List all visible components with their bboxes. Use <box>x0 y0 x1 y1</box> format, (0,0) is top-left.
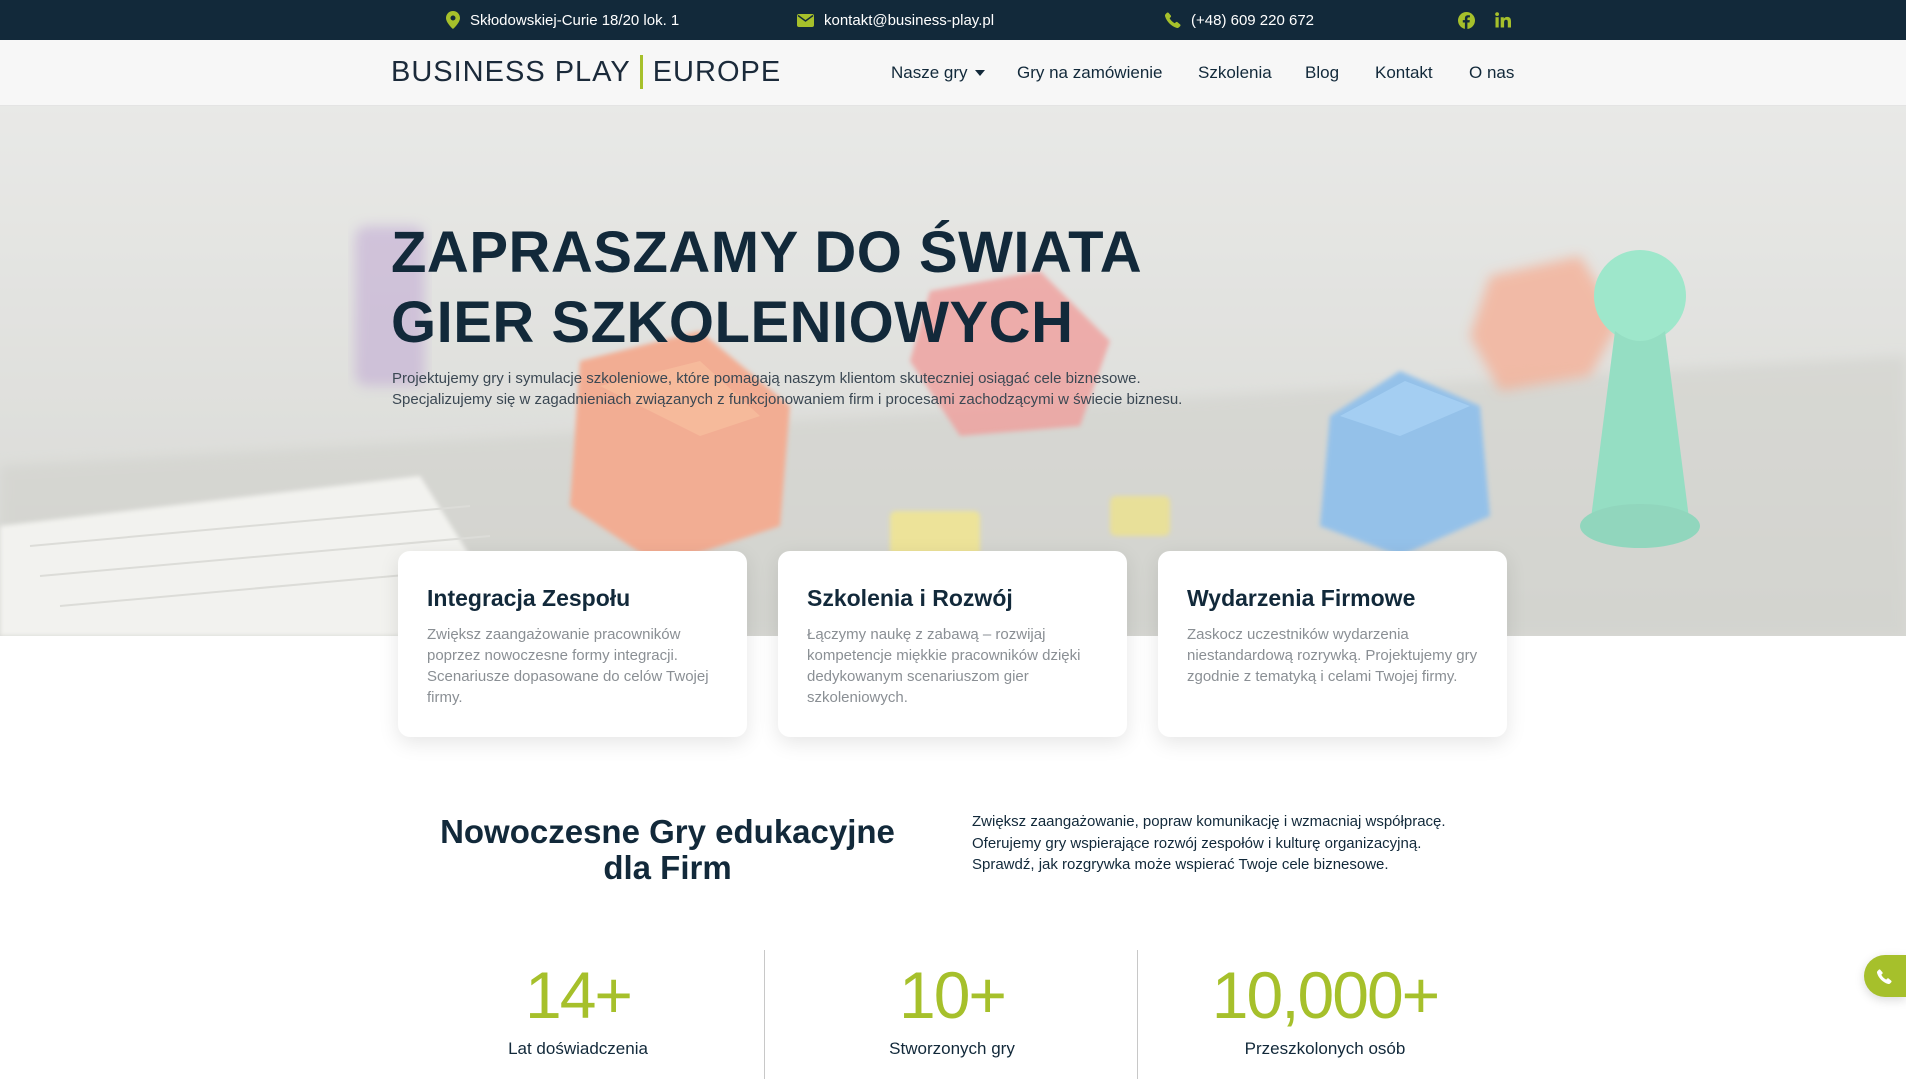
section-title-line: Nowoczesne Gry edukacyjne <box>440 813 895 850</box>
phone-text[interactable]: (+48) 609 220 672 <box>1191 12 1314 29</box>
card-title: Integracja Zespołu <box>427 585 631 611</box>
topbar: Skłodowskiej-Curie 18/20 lok. 1 kontakt@… <box>0 0 1906 40</box>
site-header: BUSINESS PLAY EUROPE Nasze gry Gry na za… <box>0 40 1906 106</box>
nav-item-nasze-gry[interactable]: Nasze gry <box>891 63 985 83</box>
linkedin-icon[interactable] <box>1495 12 1511 28</box>
hero-title-line: GIER SZKOLENIOWYCH <box>391 290 1074 355</box>
phone-icon <box>1165 12 1181 28</box>
section-description: Zwiększ zaangażowanie, popraw komunikacj… <box>972 811 1492 876</box>
section-desc-line: Oferujemy gry wspierające rozwój zespołó… <box>972 834 1422 852</box>
logo[interactable]: BUSINESS PLAY EUROPE <box>391 52 781 92</box>
stat-value: 14+ <box>525 958 633 1032</box>
stat-label: Stworzonych gry <box>889 1039 1015 1058</box>
card-title: Wydarzenia Firmowe <box>1187 585 1416 611</box>
chevron-down-icon <box>974 70 985 76</box>
social-links <box>1458 0 1511 40</box>
phone-icon <box>1877 968 1892 984</box>
nav-label: Kontakt <box>1375 63 1433 82</box>
facebook-icon[interactable] <box>1458 11 1475 29</box>
address-text: Skłodowskiej-Curie 18/20 lok. 1 <box>470 11 680 29</box>
card-text: Zaskocz uczestników wydarzenia niestanda… <box>1187 626 1478 685</box>
nav-label: Nasze gry <box>891 63 968 82</box>
logo-divider <box>639 55 643 89</box>
nav-item-gry-na-zamowienie[interactable]: Gry na zamówienie <box>1017 63 1163 83</box>
hero-desc-line: Specjalizujemy się w zagadnieniach związ… <box>392 391 1183 408</box>
location-pin-icon <box>446 11 460 29</box>
phone-item[interactable]: (+48) 609 220 672 <box>1165 0 1314 40</box>
section-title: Nowoczesne Gry edukacyjne dla Firm <box>410 814 925 886</box>
stat-trained: 10,000+ Przeszkolonych osób <box>1139 955 1511 1059</box>
card-title: Szkolenia i Rozwój <box>807 585 1013 611</box>
stat-value: 10+ <box>899 958 1007 1032</box>
feature-card-szkolenia[interactable]: Szkolenia i Rozwój Łączymy naukę z zabaw… <box>778 551 1127 737</box>
stat-divider <box>1137 950 1138 1079</box>
hero-title-line: ZAPRASZAMY DO ŚWIATA <box>391 220 1143 285</box>
section-desc-line: Sprawdź, jak rozgrywka może wspierać Two… <box>972 856 1389 873</box>
hero-desc-line: Projektujemy gry i symulacje szkoleniowe… <box>392 370 1141 387</box>
logo-text-left: BUSINESS PLAY <box>391 55 631 88</box>
section-desc-line: Zwiększ zaangażowanie, popraw komunikacj… <box>972 813 1446 830</box>
hero-description: Projektujemy gry i symulacje szkoleniowe… <box>392 368 1292 410</box>
card-text: Zwiększ zaangażowanie pracowników poprze… <box>427 626 709 706</box>
stat-divider <box>764 950 765 1079</box>
logo-text-right: EUROPE <box>652 55 782 88</box>
floating-call-button[interactable] <box>1864 955 1906 997</box>
nav-label: Gry na zamówienie <box>1017 63 1163 82</box>
feature-card-integracja[interactable]: Integracja Zespołu Zwiększ zaangażowanie… <box>398 551 747 737</box>
address-item: Skłodowskiej-Curie 18/20 lok. 1 <box>446 0 679 40</box>
section-title-line: dla Firm <box>603 849 732 886</box>
nav-item-o-nas[interactable]: O nas <box>1469 63 1514 83</box>
email-text[interactable]: kontakt@business-play.pl <box>824 12 994 29</box>
hero-title: ZAPRASZAMY DO ŚWIATA GIER SZKOLENIOWYCH <box>391 218 1291 358</box>
nav-item-kontakt[interactable]: Kontakt <box>1375 63 1433 83</box>
feature-card-wydarzenia[interactable]: Wydarzenia Firmowe Zaskocz uczestników w… <box>1158 551 1507 737</box>
stat-value: 10,000+ <box>1211 958 1440 1032</box>
email-item[interactable]: kontakt@business-play.pl <box>797 0 994 40</box>
stat-label: Lat doświadczenia <box>508 1039 648 1058</box>
stat-games: 10+ Stworzonych gry <box>766 955 1138 1059</box>
nav-label: O nas <box>1469 63 1515 82</box>
stat-label: Przeszkolonych osób <box>1244 1039 1406 1058</box>
nav-label: Blog <box>1305 63 1340 82</box>
stat-experience: 14+ Lat doświadczenia <box>392 955 764 1059</box>
nav-item-blog[interactable]: Blog <box>1305 63 1339 83</box>
envelope-icon <box>797 13 814 27</box>
nav-item-szkolenia[interactable]: Szkolenia <box>1198 63 1272 83</box>
nav-label: Szkolenia <box>1198 63 1272 82</box>
card-text: Łączymy naukę z zabawą – rozwijaj kompet… <box>807 626 1081 706</box>
